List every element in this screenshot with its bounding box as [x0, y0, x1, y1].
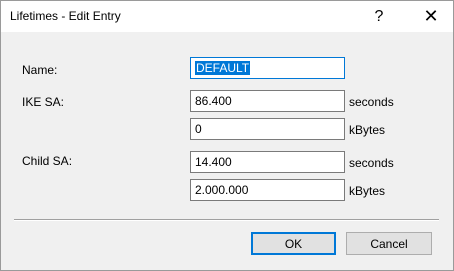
close-icon[interactable]: ✕: [410, 1, 452, 32]
ike-seconds-field[interactable]: 86.400: [190, 90, 345, 112]
child-kbytes-field[interactable]: 2.000.000: [190, 179, 345, 201]
child-seconds-unit: seconds: [349, 156, 394, 170]
ike-seconds-unit: seconds: [349, 95, 394, 109]
window-title: Lifetimes - Edit Entry: [10, 9, 121, 23]
help-icon[interactable]: ?: [358, 1, 400, 32]
child-kbytes-unit: kBytes: [349, 184, 386, 198]
child-sa-label: Child SA:: [22, 154, 73, 168]
ike-kbytes-unit: kBytes: [349, 123, 386, 137]
name-value: DEFAULT: [195, 61, 251, 75]
ok-button[interactable]: OK: [251, 232, 336, 255]
name-label: Name:: [22, 63, 58, 77]
ike-sa-label: IKE SA:: [22, 95, 65, 109]
child-seconds-field[interactable]: 14.400: [190, 151, 345, 173]
title-bar[interactable]: Lifetimes - Edit Entry ? ✕: [1, 1, 453, 32]
cancel-button[interactable]: Cancel: [346, 232, 432, 255]
ike-kbytes-field[interactable]: 0: [190, 118, 345, 140]
separator: [14, 219, 439, 221]
edit-entry-dialog: Lifetimes - Edit Entry ? ✕ Name: DEFAULT…: [0, 0, 454, 271]
name-field[interactable]: DEFAULT: [190, 57, 345, 79]
